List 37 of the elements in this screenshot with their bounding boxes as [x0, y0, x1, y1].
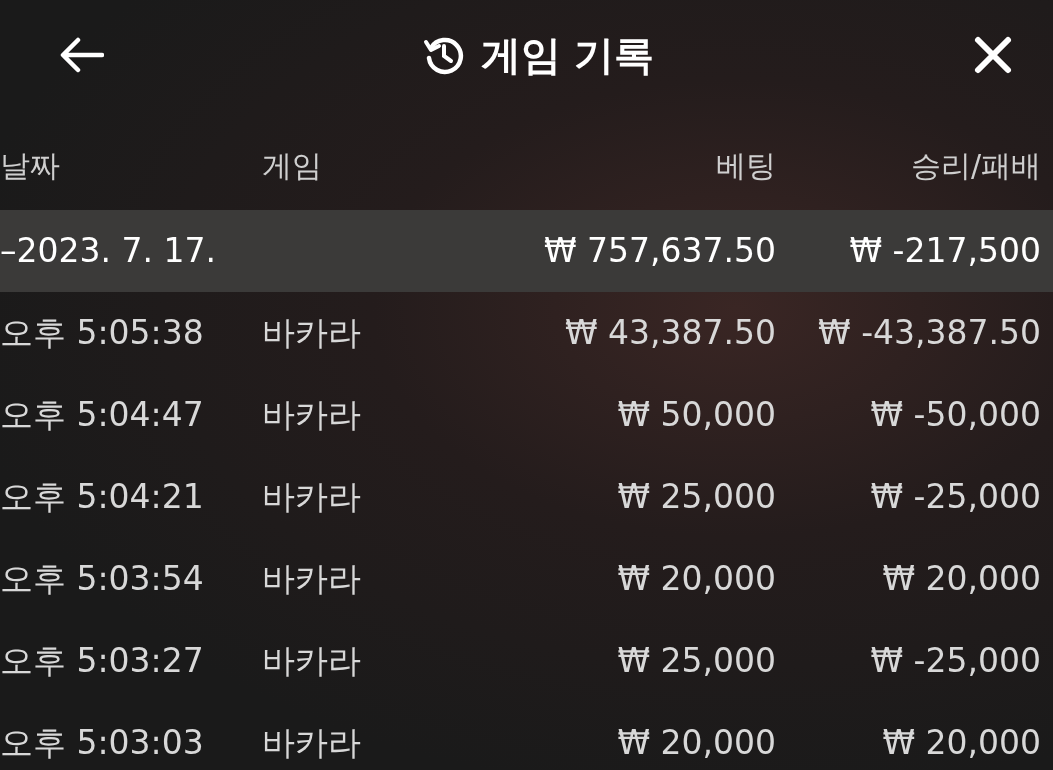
column-header: 승리/패배 — [909, 146, 1041, 185]
table-cell-text: 바카라 — [262, 394, 362, 437]
table-cell-text: 바카라 — [262, 558, 362, 601]
close-icon — [973, 35, 1013, 75]
table-cell-text: 바카라 — [262, 640, 362, 683]
date-text: –2023. 7. 17. — [0, 230, 217, 273]
table-cell-text: ₩ -25,000 — [869, 640, 1041, 683]
table-cell-text: ₩ -25,000 — [869, 476, 1041, 519]
table-cell-text: ₩ 25,000 — [616, 640, 776, 683]
table-cell-text: 바카라 — [262, 722, 362, 765]
table-cell-text: ₩ 20,000 — [616, 558, 776, 601]
table-cell-text: 오후 5:05:38 — [0, 312, 205, 355]
table-cell-text: ₩ 20,000 — [881, 558, 1041, 601]
table-cell-text: 바카라 — [262, 476, 362, 519]
column-header: 베팅 — [715, 146, 776, 185]
table-cell-text: ₩ 757,637.50 — [542, 230, 776, 273]
table-cell-text: 오후 5:03:27 — [0, 640, 205, 683]
table-cell-text: ₩ 20,000 — [881, 722, 1041, 765]
table-cell-text: 오후 5:04:47 — [0, 394, 205, 437]
table-cell-text: 오후 5:03:03 — [0, 722, 205, 765]
table-cell-text: ₩ 43,387.50 — [563, 312, 776, 355]
table-cell-text: ₩ -43,387.50 — [817, 312, 1041, 355]
back-arrow-icon — [60, 37, 104, 73]
table-cell-text: ₩ 50,000 — [616, 394, 776, 437]
table-cell-text: ₩ 20,000 — [616, 722, 776, 765]
column-header: 게임 — [262, 146, 323, 185]
close-button[interactable] — [973, 35, 1013, 75]
table-cell-text: ₩ -217,500 — [848, 230, 1041, 273]
table-cell-text: 바카라 — [262, 312, 362, 355]
back-button[interactable] — [60, 37, 104, 73]
table-cell-text: ₩ -50,000 — [869, 394, 1041, 437]
table-cell-text: 오후 5:03:54 — [0, 558, 205, 601]
column-header: 날짜 — [0, 146, 61, 185]
page-title: 게임 기록 — [480, 31, 655, 80]
date-summary-row[interactable]: –2023. 7. 17. ₩ 757,637.50 ₩ -217,500 — [0, 210, 1053, 292]
table-cell-text: 오후 5:04:21 — [0, 476, 205, 519]
table-cell-text: ₩ 25,000 — [616, 476, 776, 519]
